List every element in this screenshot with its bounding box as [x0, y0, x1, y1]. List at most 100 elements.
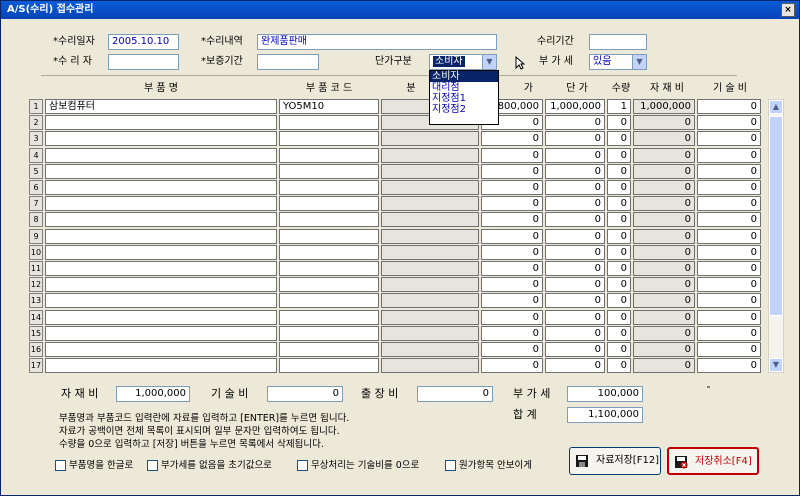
cell-name[interactable]: [45, 212, 277, 228]
row-number[interactable]: 7: [29, 196, 43, 212]
checkbox-free-tech[interactable]: 무상처리는 기술비를 0으로: [297, 459, 419, 473]
row-number[interactable]: 16: [29, 342, 43, 357]
cell-price[interactable]: 0: [481, 293, 543, 309]
cell-mat[interactable]: 0: [633, 131, 695, 147]
cell-tech[interactable]: 0: [697, 180, 761, 195]
cell-tech[interactable]: 0: [697, 358, 761, 374]
cell-class[interactable]: [381, 147, 479, 163]
cell-qty[interactable]: 0: [607, 163, 631, 179]
table-scrollbar[interactable]: ▲ ▼: [768, 99, 784, 373]
cell-unit[interactable]: 0: [545, 309, 605, 325]
cell-mat[interactable]: 0: [633, 163, 695, 179]
cell-qty[interactable]: 0: [607, 293, 631, 309]
row-number[interactable]: 17: [29, 358, 43, 374]
cell-qty[interactable]: 0: [607, 180, 631, 195]
cell-price[interactable]: 0: [481, 244, 543, 260]
cell-mat[interactable]: 0: [633, 342, 695, 357]
cell-unit[interactable]: 0: [545, 163, 605, 179]
cell-mat[interactable]: 0: [633, 244, 695, 260]
cell-class[interactable]: [381, 325, 479, 341]
row-number[interactable]: 2: [29, 115, 43, 131]
cell-qty[interactable]: 0: [607, 244, 631, 260]
cell-unit[interactable]: 0: [545, 244, 605, 260]
cell-code[interactable]: [279, 196, 379, 212]
cell-class[interactable]: [381, 261, 479, 276]
cell-mat[interactable]: 0: [633, 147, 695, 163]
cell-name[interactable]: [45, 147, 277, 163]
cell-tech[interactable]: 0: [697, 212, 761, 228]
row-number[interactable]: 13: [29, 293, 43, 309]
cell-tech[interactable]: 0: [697, 244, 761, 260]
cell-tech[interactable]: 0: [697, 309, 761, 325]
cell-price[interactable]: 0: [481, 163, 543, 179]
checkbox-icon[interactable]: [297, 460, 308, 471]
cell-name[interactable]: 삼보컴퓨터: [45, 99, 277, 114]
checkbox-icon[interactable]: [147, 460, 158, 471]
cell-mat[interactable]: 0: [633, 293, 695, 309]
cell-unit[interactable]: 0: [545, 131, 605, 147]
cell-class[interactable]: [381, 163, 479, 179]
cell-code[interactable]: [279, 309, 379, 325]
dropdown-option[interactable]: 지정점2: [430, 104, 498, 115]
cell-unit[interactable]: 0: [545, 196, 605, 212]
cell-name[interactable]: [45, 325, 277, 341]
cell-class[interactable]: [381, 277, 479, 293]
cell-mat[interactable]: 0: [633, 180, 695, 195]
checkbox-vat-default[interactable]: 부가세를 없음을 초기값으로: [147, 459, 272, 473]
scroll-up-icon[interactable]: ▲: [769, 100, 783, 114]
cell-name[interactable]: [45, 277, 277, 293]
cell-tech[interactable]: 0: [697, 196, 761, 212]
cell-unit[interactable]: 1,000,000: [545, 99, 605, 114]
cell-unit[interactable]: 0: [545, 228, 605, 244]
chevron-down-icon[interactable]: ▼: [482, 55, 496, 69]
cell-tech[interactable]: 0: [697, 131, 761, 147]
cell-tech[interactable]: 0: [697, 342, 761, 357]
cell-code[interactable]: [279, 325, 379, 341]
cell-price[interactable]: 0: [481, 325, 543, 341]
cell-price[interactable]: 0: [481, 212, 543, 228]
cell-tech[interactable]: 0: [697, 163, 761, 179]
scroll-down-icon[interactable]: ▼: [769, 358, 783, 372]
cell-mat[interactable]: 0: [633, 325, 695, 341]
repair-period-input[interactable]: [589, 34, 647, 50]
cell-qty[interactable]: 0: [607, 277, 631, 293]
cell-code[interactable]: [279, 147, 379, 163]
cell-class[interactable]: [381, 244, 479, 260]
cell-class[interactable]: [381, 228, 479, 244]
cell-name[interactable]: [45, 358, 277, 374]
cell-mat[interactable]: 0: [633, 309, 695, 325]
cell-name[interactable]: [45, 244, 277, 260]
cell-name[interactable]: [45, 261, 277, 276]
cell-name[interactable]: [45, 293, 277, 309]
row-number[interactable]: 4: [29, 147, 43, 163]
cell-code[interactable]: [279, 212, 379, 228]
cell-qty[interactable]: 0: [607, 147, 631, 163]
cell-name[interactable]: [45, 342, 277, 357]
cell-mat[interactable]: 0: [633, 358, 695, 374]
cell-price[interactable]: 0: [481, 277, 543, 293]
cell-tech[interactable]: 0: [697, 99, 761, 114]
row-number[interactable]: 8: [29, 212, 43, 228]
price-type-select[interactable]: 소비자 ▼: [429, 54, 497, 70]
total-travel-input[interactable]: 0: [417, 386, 493, 402]
row-number[interactable]: 11: [29, 261, 43, 276]
cell-mat[interactable]: 0: [633, 212, 695, 228]
cell-qty[interactable]: 0: [607, 131, 631, 147]
dropdown-option[interactable]: 대리점: [430, 82, 498, 93]
cell-unit[interactable]: 0: [545, 212, 605, 228]
cell-code[interactable]: [279, 180, 379, 195]
cell-code[interactable]: [279, 277, 379, 293]
cell-code[interactable]: [279, 163, 379, 179]
repair-date-input[interactable]: 2005.10.10: [108, 34, 179, 50]
cell-code[interactable]: [279, 228, 379, 244]
cell-tech[interactable]: 0: [697, 293, 761, 309]
warranty-input[interactable]: [257, 54, 319, 70]
cell-qty[interactable]: 0: [607, 309, 631, 325]
cell-price[interactable]: 0: [481, 196, 543, 212]
cell-tech[interactable]: 0: [697, 261, 761, 276]
cell-price[interactable]: 0: [481, 309, 543, 325]
cell-mat[interactable]: 0: [633, 277, 695, 293]
repair-detail-input[interactable]: 완제품판매: [257, 34, 497, 50]
cell-price[interactable]: 0: [481, 180, 543, 195]
row-number[interactable]: 15: [29, 325, 43, 341]
